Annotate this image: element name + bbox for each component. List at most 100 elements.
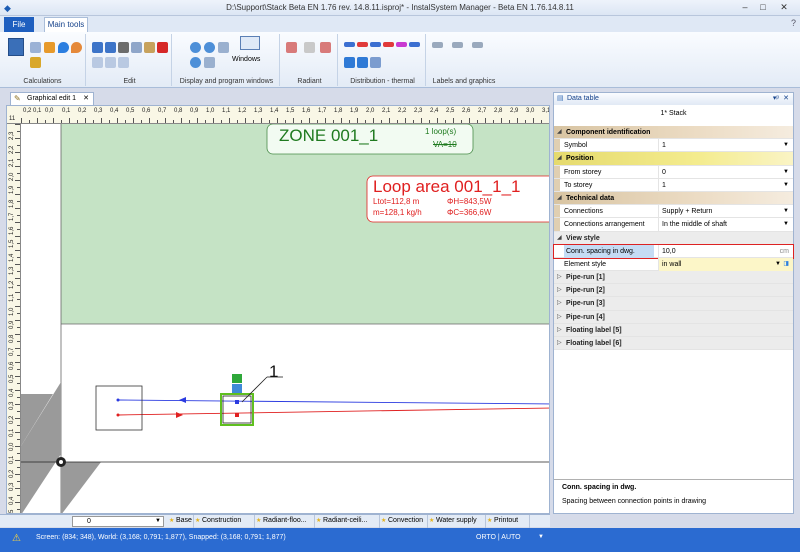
sheet-tab[interactable]: Base [168, 515, 194, 528]
group-icon[interactable] [118, 57, 129, 68]
category-collapsed[interactable]: ▷ Pipe-run [1] [554, 271, 793, 285]
close-button[interactable]: ✕ [772, 1, 796, 14]
pipe-blue-icon[interactable] [409, 42, 420, 47]
manifold-icon[interactable] [370, 57, 381, 68]
category-technical-data[interactable]: ◢ Technical data [554, 191, 793, 206]
storey-select[interactable]: 0 ▼ [72, 516, 164, 527]
category-position[interactable]: ◢ Position [554, 152, 793, 166]
property-value[interactable]: 0 [658, 165, 793, 179]
radiant-grid-icon[interactable] [304, 42, 315, 53]
collapsed-icon[interactable]: ▷ [557, 324, 562, 337]
select-icon[interactable] [92, 57, 103, 68]
return-pipe[interactable] [117, 407, 550, 416]
zoom-extents-icon[interactable] [218, 42, 229, 53]
pipe-line-icon[interactable] [370, 42, 381, 47]
dropdown-arrow-icon[interactable]: ▼ [783, 139, 789, 152]
report-icon[interactable] [30, 57, 41, 68]
category-collapsed[interactable]: ▷ Pipe-run [3] [554, 297, 793, 311]
flow-icon[interactable] [44, 42, 55, 53]
radiant-pipe-icon[interactable] [286, 42, 297, 53]
tab-file[interactable]: File [4, 17, 34, 32]
dropdown-arrow-icon[interactable]: ▼ [783, 205, 789, 218]
property-to-storey[interactable]: To storey 1 ▼ [554, 178, 793, 192]
riser-icon[interactable] [344, 57, 355, 68]
category-collapsed[interactable]: ▷ Floating label [5] [554, 323, 793, 337]
radiant-loop-icon[interactable] [320, 42, 331, 53]
sheet-tab[interactable]: Convection [380, 515, 428, 528]
property-element-style[interactable]: Element style in wall ▼ ◨ [554, 257, 793, 272]
zoom-in-icon[interactable] [190, 42, 201, 53]
property-value[interactable]: Supply + Return [658, 205, 793, 219]
return-line-icon[interactable] [357, 42, 368, 47]
text-icon[interactable] [472, 42, 483, 48]
stack-number-label[interactable]: 1 [269, 362, 278, 382]
sheet-tab[interactable]: Printout [486, 515, 530, 528]
help-icon[interactable]: ? [791, 18, 796, 28]
property-connections[interactable]: Connections Supply + Return ▼ [554, 205, 793, 219]
windows-button-label[interactable]: Windows [232, 56, 260, 63]
paste-icon[interactable] [144, 42, 155, 53]
pipe-red-icon[interactable] [383, 42, 394, 47]
category-collapsed[interactable]: ▷ Pipe-run [2] [554, 284, 793, 298]
dropdown-arrow-icon[interactable]: ▼ [783, 179, 789, 192]
dropdown-arrow-icon[interactable]: ▼ [775, 258, 781, 271]
collapsed-icon[interactable]: ▷ [557, 284, 562, 297]
property-from-storey[interactable]: From storey 0 ▼ [554, 165, 793, 179]
style-picker-icon[interactable]: ◨ [783, 258, 789, 271]
snap-mode[interactable]: ORTO | AUTO [476, 534, 521, 541]
pipe-magenta-icon[interactable] [396, 42, 407, 47]
supply-line-icon[interactable] [344, 42, 355, 47]
dropdown-arrow-icon[interactable]: ▼ [783, 218, 789, 231]
property-connections-arrangement[interactable]: Connections arrangement In the middle of… [554, 218, 793, 232]
conn-spacing-input[interactable]: 10,0 [658, 244, 793, 258]
close-tab-icon[interactable]: ✕ [83, 93, 89, 105]
water-drop-icon[interactable] [58, 42, 69, 53]
mode-dropdown-icon[interactable]: ▼ [538, 534, 544, 540]
category-component-identification[interactable]: ◢ Component identification [554, 126, 793, 140]
tab-graphical-edit[interactable]: ✎ Graphical edit 1 ✕ [10, 92, 94, 105]
move-icon[interactable] [105, 57, 116, 68]
zoom-out-icon[interactable] [204, 42, 215, 53]
pan-icon[interactable] [204, 57, 215, 68]
stack-icon[interactable] [357, 57, 368, 68]
category-view-style[interactable]: ◢ View style [554, 231, 793, 245]
manifold-box[interactable] [95, 385, 143, 431]
property-value[interactable]: 1 [658, 139, 793, 153]
stack-grip-icon[interactable] [232, 374, 242, 383]
tab-main-tools[interactable]: Main tools [44, 17, 88, 32]
property-value[interactable]: In the middle of shaft [658, 218, 793, 232]
dropdown-arrow-icon[interactable]: ▼ [783, 166, 789, 179]
sheet-tab[interactable]: Water supply [428, 515, 486, 528]
property-conn-spacing[interactable]: Conn. spacing in dwg. 10,0 cm [553, 243, 794, 259]
delete-icon[interactable] [157, 42, 168, 53]
sheet-tab[interactable]: Radiant-floo... [255, 515, 315, 528]
property-value[interactable]: 1 [658, 178, 793, 192]
property-symbol[interactable]: Symbol 1 ▼ [554, 139, 793, 153]
collapsed-icon[interactable]: ▷ [557, 337, 562, 350]
calculate-icon[interactable] [8, 38, 24, 56]
collapsed-icon[interactable]: ▷ [557, 311, 562, 324]
pin-icon[interactable]: ▾ᵖ [773, 93, 779, 105]
table-icon[interactable] [30, 42, 41, 53]
undo-icon[interactable] [92, 42, 103, 53]
copy-icon[interactable] [131, 42, 142, 53]
drawing-canvas[interactable]: ZONE 001_1 1 loop(s) VA=10 Loop area 001… [21, 123, 550, 513]
stack-move-icon[interactable] [232, 384, 242, 393]
category-collapsed[interactable]: ▷ Pipe-run [4] [554, 310, 793, 324]
stack-selection-outline[interactable] [220, 393, 254, 426]
redo-icon[interactable] [105, 42, 116, 53]
collapsed-icon[interactable]: ▷ [557, 297, 562, 310]
maximize-button[interactable]: □ [756, 1, 770, 14]
sheet-tab[interactable]: Construction [194, 515, 255, 528]
category-collapsed[interactable]: ▷ Floating label [6] [554, 337, 793, 351]
chevron-down-icon[interactable]: ▼ [155, 517, 161, 526]
zoom-window-icon[interactable] [190, 57, 201, 68]
label-icon[interactable] [432, 42, 443, 48]
floating-label-icon[interactable] [452, 42, 463, 48]
property-value[interactable]: in wall [658, 257, 793, 271]
warning-icon[interactable]: ⚠ [12, 533, 24, 544]
collapsed-icon[interactable]: ▷ [557, 271, 562, 284]
minimize-button[interactable]: – [738, 1, 752, 14]
sheet-tab[interactable]: Radiant-ceili... [315, 515, 380, 528]
graphical-edit-area[interactable]: 11 0,2 0,1 0,0 0,1 0,2 0,3 0,4 0,5 0,6 0,7 0,8 0,9 1,… [6, 105, 550, 514]
